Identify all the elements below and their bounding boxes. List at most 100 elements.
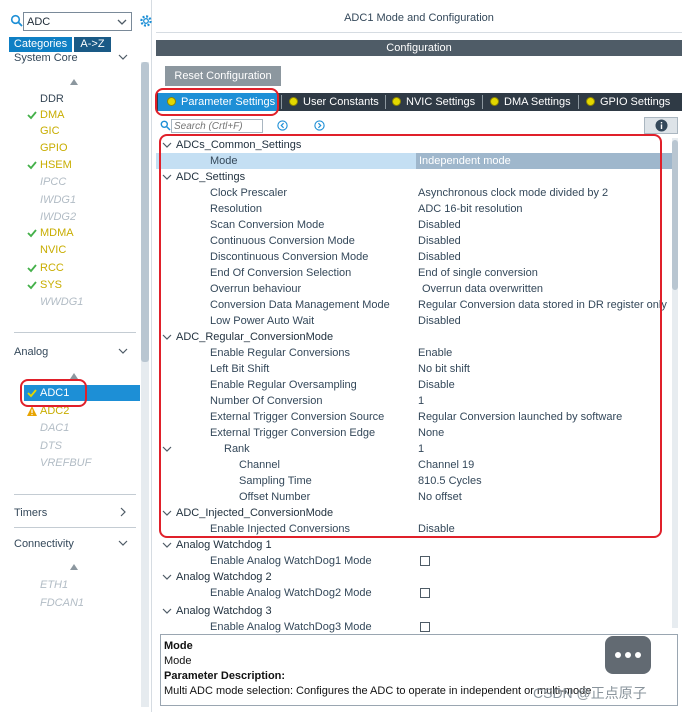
tab-a-to-z[interactable]: A->Z xyxy=(74,37,111,52)
tab-nvic-settings[interactable]: NVIC Settings xyxy=(392,93,475,111)
param-row-resolution[interactable]: Resolution ADC 16-bit resolution xyxy=(156,201,678,217)
param-value[interactable]: None xyxy=(418,425,444,441)
param-row-enable-injected-conversions[interactable]: Enable Injected Conversions Disable xyxy=(156,521,678,537)
param-value[interactable]: ADC 16-bit resolution xyxy=(418,201,523,217)
param-value[interactable]: Enable xyxy=(418,345,452,361)
search-dropdown-button[interactable] xyxy=(114,12,132,31)
tab-parameter-settings[interactable]: Parameter Settings xyxy=(158,93,277,111)
peripheral-item-sys[interactable]: SYS xyxy=(24,277,140,293)
peripheral-item-dma[interactable]: DMA xyxy=(24,107,140,123)
tree-group-analog-watchdog-2[interactable]: Analog Watchdog 2 xyxy=(156,569,678,585)
param-value[interactable]: Disable xyxy=(418,377,455,393)
tab-categories[interactable]: Categories xyxy=(9,37,72,52)
param-value[interactable]: Overrun data overwritten xyxy=(422,281,543,297)
param-row-enable-regular-conversions[interactable]: Enable Regular Conversions Enable xyxy=(156,345,678,361)
param-row-mode[interactable]: Mode Independent mode xyxy=(156,153,678,169)
param-value[interactable]: Disabled xyxy=(418,233,461,249)
peripheral-item-dac1[interactable]: DAC1 xyxy=(24,420,140,436)
param-row-enable-regular-oversampling[interactable]: Enable Regular Oversampling Disable xyxy=(156,377,678,393)
checkbox[interactable] xyxy=(420,588,430,598)
tree-group-adc-regular-conversionmode[interactable]: ADC_Regular_ConversionMode xyxy=(156,329,678,345)
tree-group-analog-watchdog-3[interactable]: Analog Watchdog 3 xyxy=(156,603,678,619)
peripheral-item-fdcan1[interactable]: FDCAN1 xyxy=(24,595,140,611)
peripheral-item-ipcc[interactable]: IPCC xyxy=(24,174,140,190)
param-value[interactable]: Disabled xyxy=(418,249,461,265)
peripheral-item-dts[interactable]: DTS xyxy=(24,438,140,454)
param-value[interactable]: No offset xyxy=(418,489,462,505)
tab-dma-settings[interactable]: DMA Settings xyxy=(490,93,571,111)
param-value[interactable]: Independent mode xyxy=(416,153,675,169)
previous-match-icon[interactable] xyxy=(277,120,288,131)
peripheral-item-ddr[interactable]: DDR xyxy=(24,91,140,107)
peripheral-item-adc1[interactable]: ADC1 xyxy=(24,385,140,401)
param-value[interactable]: Asynchronous clock mode divided by 2 xyxy=(418,185,608,201)
peripheral-item-eth1[interactable]: ETH1 xyxy=(24,577,140,593)
param-row-low-power-auto-wait[interactable]: Low Power Auto Wait Disabled xyxy=(156,313,678,329)
param-row-end-of-conversion-selection[interactable]: End Of Conversion Selection End of single… xyxy=(156,265,678,281)
tree-subgroup-rank[interactable]: Rank 1 xyxy=(156,441,678,457)
peripheral-item-nvic[interactable]: NVIC xyxy=(24,242,140,258)
tree-group-adcs-common-settings[interactable]: ADCs_Common_Settings xyxy=(156,137,678,153)
checkbox[interactable] xyxy=(420,622,430,632)
param-value[interactable]: Regular Conversion data stored in DR reg… xyxy=(418,297,667,313)
peripheral-item-wwdg1[interactable]: WWDG1 xyxy=(24,294,140,310)
param-value[interactable]: Disable xyxy=(418,521,455,537)
param-value[interactable]: 1 xyxy=(418,393,424,409)
param-value[interactable]: 1 xyxy=(418,441,424,457)
param-value[interactable]: Regular Conversion launched by software xyxy=(418,409,622,425)
checkbox[interactable] xyxy=(420,556,430,566)
peripheral-item-iwdg1[interactable]: IWDG1 xyxy=(24,192,140,208)
peripheral-item-vrefbuf[interactable]: VREFBUF xyxy=(24,455,140,471)
peripheral-item-gic[interactable]: GIC xyxy=(24,123,140,139)
peripheral-item-iwdg2[interactable]: IWDG2 xyxy=(24,209,140,225)
param-row-enable-analog-watchdog1-mode[interactable]: Enable Analog WatchDog1 Mode xyxy=(156,553,678,569)
tab-gpio-settings[interactable]: GPIO Settings xyxy=(586,93,670,111)
search-input[interactable] xyxy=(23,12,118,31)
tree-group-adc-settings[interactable]: ADC_Settings xyxy=(156,169,678,185)
category-analog[interactable]: Analog xyxy=(14,346,136,362)
param-row-external-trigger-conversion-source[interactable]: External Trigger Conversion Source Regula… xyxy=(156,409,678,425)
param-row-continuous-conversion-mode[interactable]: Continuous Conversion Mode Disabled xyxy=(156,233,678,249)
param-row-clock-prescaler[interactable]: Clock Prescaler Asynchronous clock mode d… xyxy=(156,185,678,201)
param-row-enable-analog-watchdog3-mode[interactable]: Enable Analog WatchDog3 Mode xyxy=(156,619,678,635)
param-value[interactable]: Disabled xyxy=(418,217,461,233)
parameter-search-input[interactable] xyxy=(171,119,263,133)
param-row-number-of-conversion[interactable]: Number Of Conversion 1 xyxy=(156,393,678,409)
param-row-enable-analog-watchdog2-mode[interactable]: Enable Analog WatchDog2 Mode xyxy=(156,585,678,601)
tree-scrollbar-thumb[interactable] xyxy=(672,140,678,290)
param-row-overrun-behaviour[interactable]: Overrun behaviour Overrun data overwritte… xyxy=(156,281,678,297)
param-row-channel[interactable]: Channel Channel 19 xyxy=(156,457,678,473)
tree-group-adc-injected-conversionmode[interactable]: ADC_Injected_ConversionMode xyxy=(156,505,678,521)
param-value[interactable]: End of single conversion xyxy=(418,265,538,281)
left-scrollbar-thumb[interactable] xyxy=(141,62,149,362)
peripheral-item-rcc[interactable]: RCC xyxy=(24,260,140,276)
scroll-up-arrow-icon[interactable] xyxy=(70,373,78,379)
check-icon xyxy=(27,229,37,238)
next-match-icon[interactable] xyxy=(314,120,325,131)
param-row-discontinuous-conversion-mode[interactable]: Discontinuous Conversion Mode Disabled xyxy=(156,249,678,265)
param-value[interactable]: Channel 19 xyxy=(418,457,474,473)
tree-group-analog-watchdog-1[interactable]: Analog Watchdog 1 xyxy=(156,537,678,553)
peripheral-item-mdma[interactable]: MDMA xyxy=(24,225,140,241)
peripheral-item-adc2[interactable]: ADC2 xyxy=(24,403,140,419)
param-value[interactable]: Disabled xyxy=(418,313,461,329)
gear-icon[interactable] xyxy=(139,14,153,28)
peripheral-item-gpio[interactable]: GPIO xyxy=(24,140,140,156)
param-value[interactable]: No bit shift xyxy=(418,361,470,377)
category-timers[interactable]: Timers xyxy=(14,507,136,523)
param-row-external-trigger-conversion-edge[interactable]: External Trigger Conversion Edge None xyxy=(156,425,678,441)
param-row-sampling-time[interactable]: Sampling Time 810.5 Cycles xyxy=(156,473,678,489)
reset-configuration-button[interactable]: Reset Configuration xyxy=(165,66,281,86)
category-system-core[interactable]: System Core xyxy=(14,52,136,68)
tab-user-constants[interactable]: User Constants xyxy=(289,93,379,111)
param-row-scan-conversion-mode[interactable]: Scan Conversion Mode Disabled xyxy=(156,217,678,233)
category-connectivity[interactable]: Connectivity xyxy=(14,538,136,554)
scroll-up-arrow-icon[interactable] xyxy=(70,564,78,570)
param-row-conversion-data-management-mode[interactable]: Conversion Data Management Mode Regular C… xyxy=(156,297,678,313)
peripheral-item-hsem[interactable]: HSEM xyxy=(24,157,140,173)
param-row-offset-number[interactable]: Offset Number No offset xyxy=(156,489,678,505)
param-row-left-bit-shift[interactable]: Left Bit Shift No bit shift xyxy=(156,361,678,377)
param-value[interactable]: 810.5 Cycles xyxy=(418,473,482,489)
scroll-up-arrow-icon[interactable] xyxy=(70,79,78,85)
info-button[interactable] xyxy=(644,117,678,134)
